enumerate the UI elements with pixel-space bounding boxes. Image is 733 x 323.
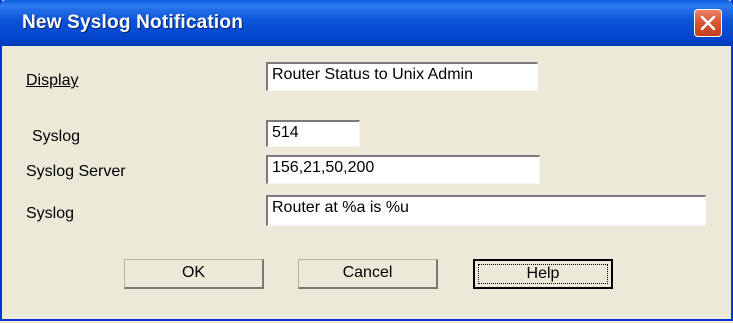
display-label: Display xyxy=(26,72,78,90)
syslog-server-input[interactable]: 156,21,50,200 xyxy=(266,155,540,184)
syslog-port-label: Syslog xyxy=(32,128,81,145)
cancel-button[interactable]: Cancel xyxy=(298,259,438,289)
syslog-server-label: Syslog Server xyxy=(26,163,126,180)
focus-ring xyxy=(478,264,608,284)
help-button[interactable]: Help xyxy=(473,259,613,289)
close-button[interactable] xyxy=(694,9,722,37)
syslog-message-input[interactable]: Router at %a is %u xyxy=(266,195,706,226)
ok-button[interactable]: OK xyxy=(124,259,264,289)
syslog-port-input[interactable]: 514 xyxy=(266,120,360,147)
close-icon xyxy=(700,15,716,31)
window-title: New Syslog Notification xyxy=(22,12,244,33)
syslog-message-label: Syslog xyxy=(26,205,75,222)
title-bar[interactable]: New Syslog Notification xyxy=(0,0,733,46)
display-input[interactable]: Router Status to Unix Admin xyxy=(266,62,538,91)
display-label-text: Display xyxy=(26,72,79,89)
dialog-window: New Syslog Notification Display Router S… xyxy=(0,0,733,321)
